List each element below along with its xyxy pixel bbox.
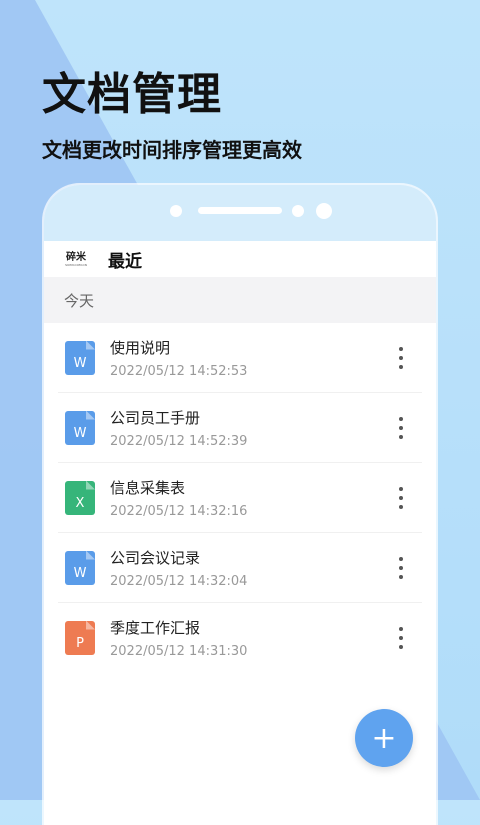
word-file-icon: W [65, 340, 95, 375]
sensor-dot [170, 205, 182, 217]
file-name: 公司员工手册 [110, 408, 201, 427]
file-name: 季度工作汇报 [110, 618, 201, 637]
file-name: 信息采集表 [110, 478, 186, 497]
more-options-icon[interactable] [398, 417, 404, 439]
file-date: 2022/05/12 14:52:53 [110, 363, 248, 379]
camera-icon [316, 203, 332, 219]
file-list: W 使用说明 2022/05/12 14:52:53 W 公司员工手册 2022… [44, 323, 436, 672]
word-file-icon: W [65, 410, 95, 445]
sensor-dot [292, 205, 304, 217]
add-file-button[interactable]: + [355, 709, 413, 767]
more-options-icon[interactable] [398, 347, 404, 369]
list-item[interactable]: W 公司员工手册 2022/05/12 14:52:39 [58, 393, 422, 463]
promo-headline: 文档管理 [42, 69, 222, 120]
page-title: 最近 [108, 251, 142, 272]
list-item[interactable]: X 信息采集表 2022/05/12 14:32:16 [58, 463, 422, 533]
logo-subtext: SUIMI.COM.CN [65, 262, 87, 267]
powerpoint-file-icon: P [65, 620, 95, 655]
section-header-today: 今天 [44, 277, 436, 323]
excel-file-icon: X [65, 480, 95, 515]
promo-subline: 文档更改时间排序管理更高效 [42, 138, 302, 162]
file-name: 公司会议记录 [110, 548, 201, 567]
list-item[interactable]: W 使用说明 2022/05/12 14:52:53 [58, 323, 422, 393]
more-options-icon[interactable] [398, 557, 404, 579]
list-item[interactable]: P 季度工作汇报 2022/05/12 14:31:30 [58, 603, 422, 672]
word-file-icon: W [65, 550, 95, 585]
more-options-icon[interactable] [398, 487, 404, 509]
app-logo: 碎米 SUIMI.COM.CN [58, 247, 94, 271]
phone-top-bezel [44, 185, 436, 241]
speaker-grille [198, 207, 282, 214]
list-item[interactable]: W 公司会议记录 2022/05/12 14:32:04 [58, 533, 422, 603]
file-date: 2022/05/12 14:32:16 [110, 503, 248, 519]
logo-text: 碎米 [66, 251, 86, 263]
file-date: 2022/05/12 14:31:30 [110, 643, 248, 659]
plus-icon: + [371, 720, 397, 756]
file-name: 使用说明 [110, 338, 171, 357]
app-bar: 碎米 SUIMI.COM.CN 最近 [44, 241, 436, 277]
more-options-icon[interactable] [398, 627, 404, 649]
file-date: 2022/05/12 14:32:04 [110, 573, 248, 589]
file-date: 2022/05/12 14:52:39 [110, 433, 248, 449]
